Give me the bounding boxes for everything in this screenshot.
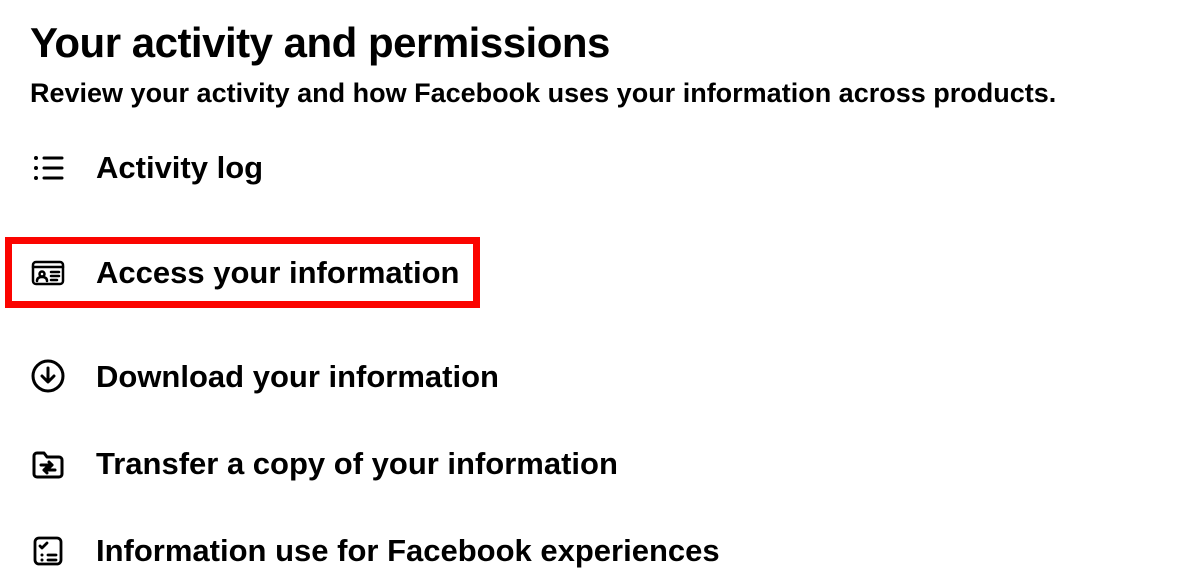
menu-item-activity-log[interactable]: Activity log (30, 149, 1168, 186)
page-subtitle: Review your activity and how Facebook us… (30, 76, 1168, 111)
menu-item-access-information[interactable]: Access your information (5, 237, 480, 308)
id-card-icon (30, 254, 66, 290)
menu-item-label: Information use for Facebook experiences (96, 532, 720, 569)
menu-item-information-use[interactable]: Information use for Facebook experiences (30, 532, 1168, 569)
page-title: Your activity and permissions (30, 18, 1168, 68)
menu-item-label: Access your information (96, 254, 459, 291)
download-circle-icon (30, 358, 66, 394)
menu-item-label: Download your information (96, 358, 499, 395)
activity-log-icon (30, 150, 66, 186)
folder-transfer-icon (30, 446, 66, 482)
settings-menu: Activity log Access your information Dow (30, 149, 1168, 569)
menu-item-label: Activity log (96, 149, 263, 186)
menu-item-label: Transfer a copy of your information (96, 445, 618, 482)
checklist-icon (30, 533, 66, 569)
menu-item-download-information[interactable]: Download your information (30, 358, 1168, 395)
menu-item-transfer-copy[interactable]: Transfer a copy of your information (30, 445, 1168, 482)
